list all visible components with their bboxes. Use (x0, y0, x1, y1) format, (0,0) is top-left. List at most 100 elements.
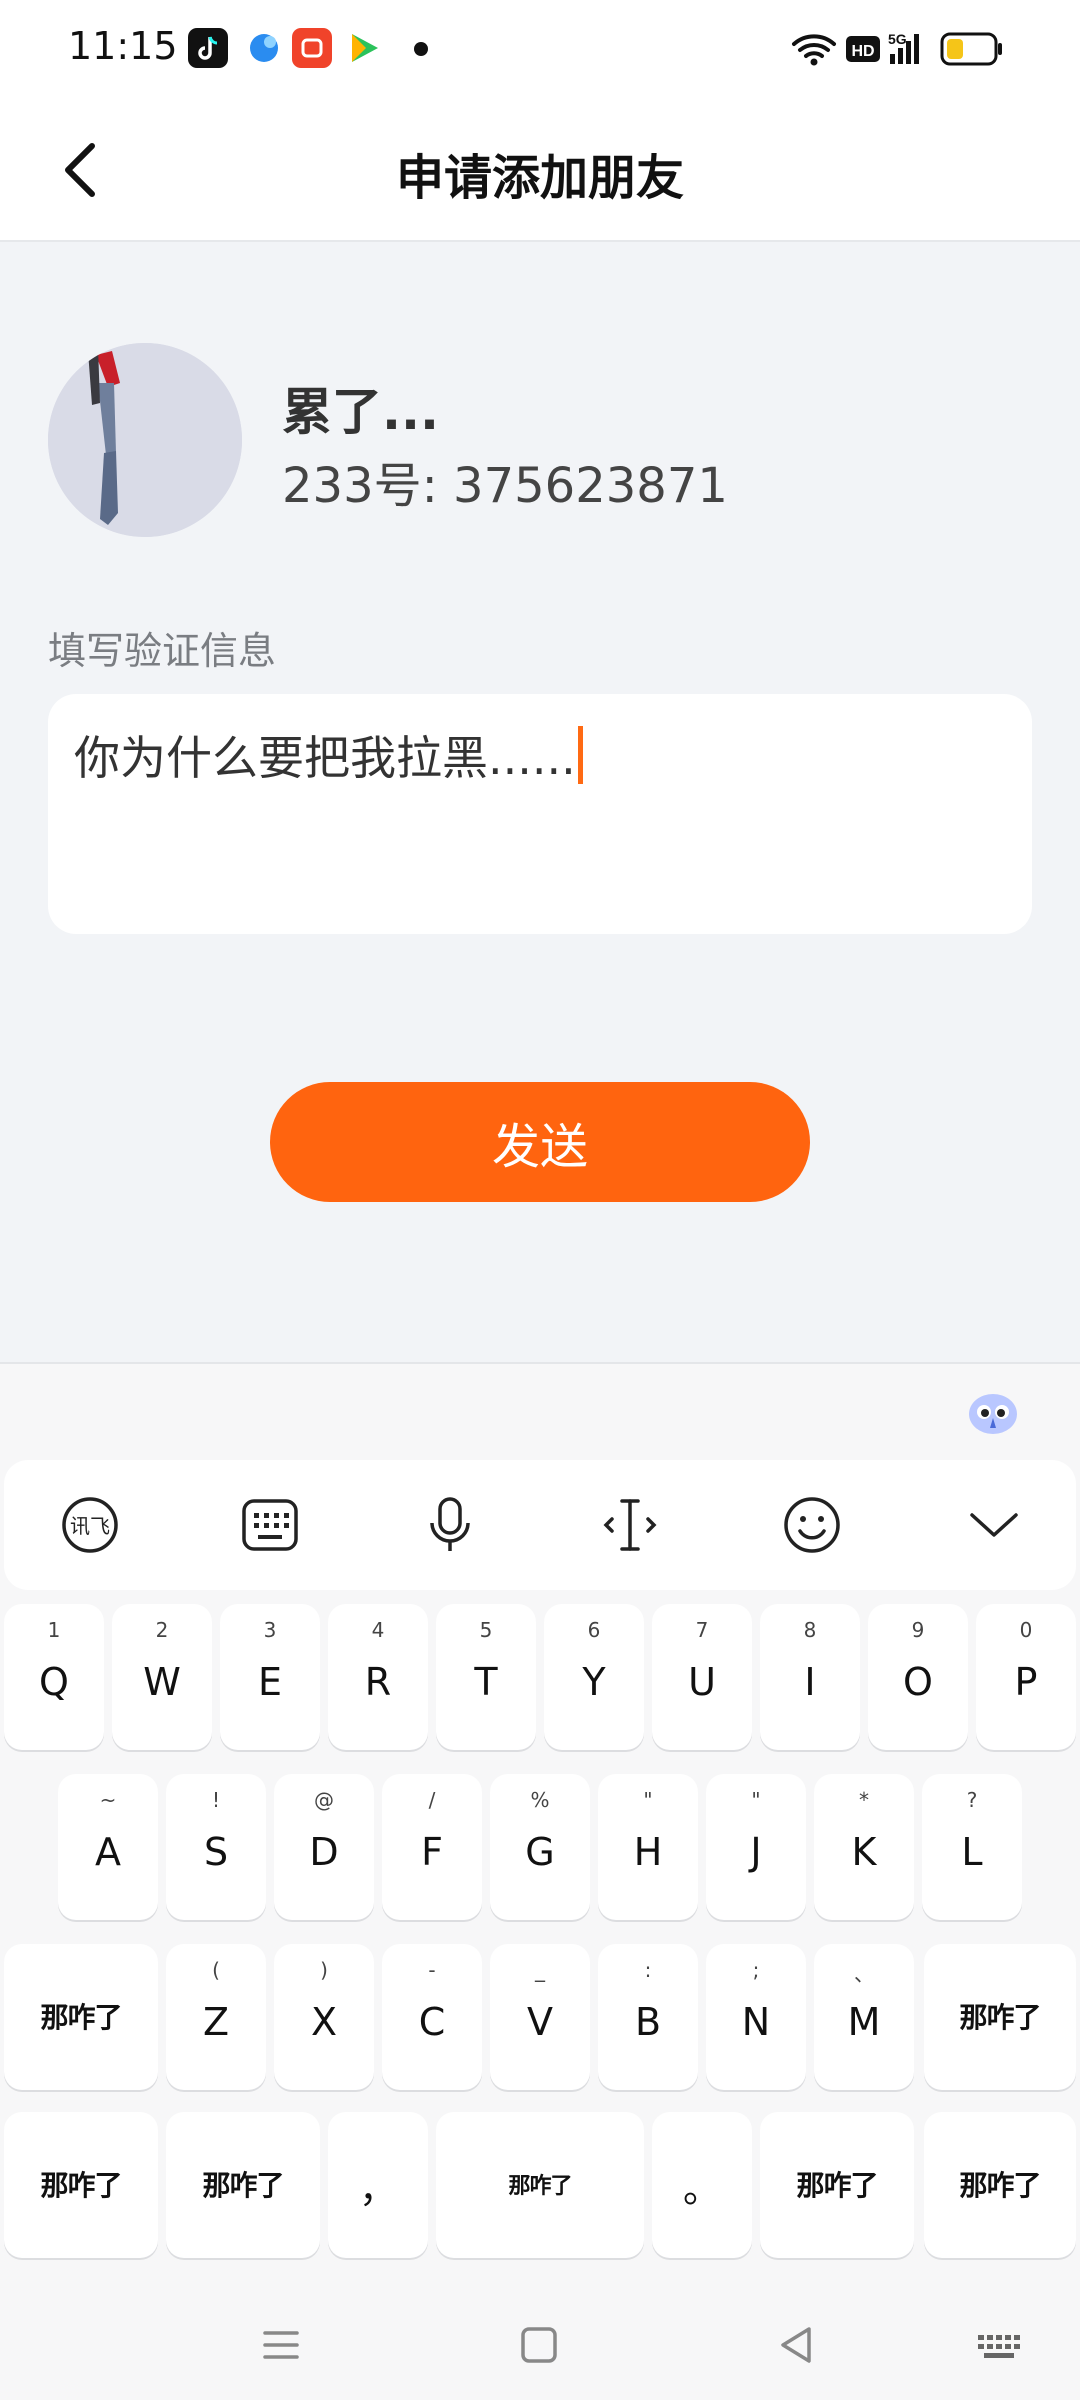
key-j[interactable]: " J (706, 1774, 806, 1920)
key-x[interactable]: ) X (274, 1944, 374, 2090)
key-label: E (257, 1660, 282, 1704)
sticker-key[interactable]: 那咋了 (166, 2112, 320, 2258)
keyboard: 讯飞 1Q2W3E4R5T6Y7U8I9O0P ~ A! S @ D / F% G " H " J * K… (0, 1362, 1080, 2400)
avatar[interactable] (48, 343, 242, 537)
key-c[interactable]: -C (382, 1944, 482, 2090)
key-t[interactable]: 5T (436, 1604, 536, 1750)
key-hint: _ (535, 1958, 545, 1982)
home-icon[interactable] (504, 2310, 574, 2380)
key-hint: ! (211, 1788, 221, 1812)
key-z[interactable]: (Z (166, 1944, 266, 2090)
key-hint: 1 (47, 1618, 61, 1642)
notification-dot (414, 42, 428, 56)
key-h[interactable]: " H (598, 1774, 698, 1920)
sticker-key-label: 那咋了 (40, 2001, 122, 2034)
key-q[interactable]: 1Q (4, 1604, 104, 1750)
key-a[interactable]: ~ A (58, 1774, 158, 1920)
key-hint: 3 (263, 1618, 277, 1642)
key-r[interactable]: 4R (328, 1604, 428, 1750)
key-i[interactable]: 8I (760, 1604, 860, 1750)
key-e[interactable]: 3E (220, 1604, 320, 1750)
sticker-key-label: 那咋了 (202, 2169, 284, 2202)
verification-input-text: 你为什么要把我拉黑...... (74, 731, 576, 785)
cursor-icon[interactable] (600, 1495, 660, 1555)
key-y[interactable]: 6Y (544, 1604, 644, 1750)
comma-key[interactable]: ， (328, 2112, 428, 2258)
key-hint: ( (212, 1958, 220, 1982)
key-hint: 、 (854, 1962, 874, 1986)
sticker-key[interactable]: 那咋了 (4, 2112, 158, 2258)
tiktok-app-icon (188, 28, 228, 68)
key-p[interactable]: 0P (976, 1604, 1076, 1750)
key-hint: / (428, 1788, 436, 1812)
key-hint: " (643, 1788, 653, 1812)
key-label: S (203, 1830, 229, 1874)
key-label: L (961, 1830, 983, 1874)
video-app-icon (344, 28, 384, 68)
store-app-icon (292, 28, 332, 68)
key-hint: 6 (587, 1618, 601, 1642)
key-label: A (95, 1830, 121, 1874)
key-label: K (851, 1830, 877, 1874)
key-label: U (688, 1660, 716, 1704)
browser-app-icon (244, 28, 284, 68)
key-hint: ) (320, 1958, 328, 1982)
assistant-icon[interactable] (966, 1384, 1020, 1438)
svg-text:讯飞: 讯飞 (70, 1514, 110, 1538)
key-hint: 2 (155, 1618, 169, 1642)
menu-icon[interactable] (246, 2310, 316, 2380)
navigation-bar (0, 2290, 1080, 2400)
key-w[interactable]: 2W (112, 1604, 212, 1750)
key-d[interactable]: @ D (274, 1774, 374, 1920)
sticker-key[interactable]: 那咋了 (4, 1944, 158, 2090)
key-u[interactable]: 7U (652, 1604, 752, 1750)
back-triangle-icon[interactable] (762, 2310, 832, 2380)
key-b[interactable]: :B (598, 1944, 698, 2090)
verification-input[interactable]: 你为什么要把我拉黑...... (48, 694, 1032, 934)
key-f[interactable]: / F (382, 1774, 482, 1920)
key-label: P (1014, 1660, 1038, 1704)
key-hint: ? (966, 1788, 978, 1812)
key-label: J (750, 1830, 762, 1874)
key-o[interactable]: 9O (868, 1604, 968, 1750)
keyboard-switch-icon[interactable] (964, 2310, 1034, 2380)
sticker-key-label: 那咋了 (40, 2169, 122, 2202)
voice-input-icon[interactable]: 讯飞 (60, 1495, 120, 1555)
key-k[interactable]: * K (814, 1774, 914, 1920)
sticker-key[interactable]: 那咋了 (924, 2112, 1076, 2258)
key-v[interactable]: _ V (490, 1944, 590, 2090)
status-bar: 11:15 HD 5G (0, 0, 1080, 100)
key-hint: 7 (695, 1618, 709, 1642)
key-label: X (310, 2000, 338, 2044)
microphone-icon[interactable] (420, 1495, 480, 1555)
key-hint: - (428, 1958, 436, 1982)
svg-text:5G: 5G (888, 31, 907, 47)
sticker-key[interactable]: 那咋了 (924, 1944, 1076, 2090)
key-label: F (421, 1830, 443, 1874)
sticker-key[interactable]: 那咋了 (760, 2112, 914, 2258)
keyboard-layout-icon[interactable] (240, 1495, 300, 1555)
key-hint: @ (314, 1788, 334, 1812)
emoji-icon[interactable] (782, 1495, 842, 1555)
collapse-keyboard-icon[interactable] (964, 1495, 1024, 1555)
key-s[interactable]: ! S (166, 1774, 266, 1920)
battery-icon (940, 32, 1002, 66)
space-key-label: 那咋了 (508, 2174, 572, 2199)
key-label: I (804, 1660, 816, 1704)
verification-label: 填写验证信息 (48, 629, 277, 673)
comma-key-label: ， (358, 2167, 397, 2211)
key-label: T (474, 1660, 498, 1704)
key-label: N (741, 2000, 771, 2044)
key-hint: 9 (911, 1618, 925, 1642)
period-key[interactable]: 。 (652, 2112, 752, 2258)
key-label: B (634, 2000, 662, 2044)
key-label: G (525, 1830, 555, 1874)
key-l[interactable]: ? L (922, 1774, 1022, 1920)
key-g[interactable]: % G (490, 1774, 590, 1920)
key-hint: % (530, 1788, 550, 1812)
send-button[interactable]: 发送 (270, 1082, 810, 1202)
key-n[interactable]: ; N (706, 1944, 806, 2090)
profile-name: 累了... (282, 383, 439, 441)
space-key[interactable]: 那咋了 (436, 2112, 644, 2258)
key-m[interactable]: 、 M (814, 1944, 914, 2090)
